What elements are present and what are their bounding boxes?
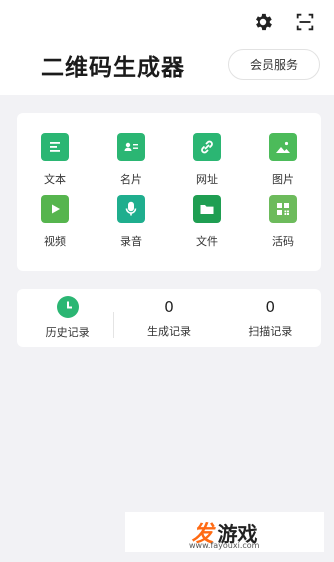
tile-label: 名片 [120,173,142,186]
card-icon [117,133,145,161]
clock-icon [56,296,79,318]
header: 二维码生成器 会员服务 [0,0,334,95]
video-icon [41,195,69,223]
generated-label: 生成记录 [146,325,191,338]
tile-label: 图片 [272,173,294,186]
page-title: 二维码生成器 [41,55,185,81]
history-label: 历史记录 [45,326,90,339]
tile-label: 活码 [272,235,294,248]
tile-text[interactable]: 文本 [17,133,93,195]
watermark: 发 游戏 www.fayouxi.com [125,512,324,552]
tile-video[interactable]: 视频 [17,195,93,257]
top-icons [252,11,316,33]
tile-file[interactable]: 文件 [169,195,245,257]
divider [113,312,114,338]
link-icon [193,133,221,161]
folder-icon [193,195,221,223]
tile-audio[interactable]: 录音 [93,195,169,257]
tile-label: 文件 [196,235,218,248]
tile-image[interactable]: 图片 [245,133,321,195]
scan-icon[interactable] [294,11,316,33]
scanned-count: 0 [265,298,276,316]
tile-label: 网址 [196,173,218,186]
history-records[interactable]: 历史记录 [17,296,118,340]
text-icon [41,133,69,161]
tile-live-code[interactable]: 活码 [245,195,321,257]
tile-label: 视频 [44,235,66,248]
scanned-label: 扫描记录 [248,325,293,338]
qr-icon [269,195,297,223]
tool-grid: 文本 名片 网址 图片 视频 录音 文件 活码 [17,113,321,271]
tile-label: 文本 [44,173,66,186]
gear-icon[interactable] [252,11,274,33]
tile-link[interactable]: 网址 [169,133,245,195]
scanned-records[interactable]: 0 扫描记录 [220,297,321,339]
watermark-url: www.fayouxi.com [189,541,260,550]
records-card: 历史记录 0 生成记录 0 扫描记录 [17,289,321,347]
generated-count: 0 [164,298,174,316]
tile-label: 录音 [120,235,142,248]
tile-card[interactable]: 名片 [93,133,169,195]
generated-records[interactable]: 0 生成记录 [118,297,219,339]
member-service-button[interactable]: 会员服务 [228,49,320,80]
mic-icon [117,195,145,223]
image-icon [269,133,297,161]
